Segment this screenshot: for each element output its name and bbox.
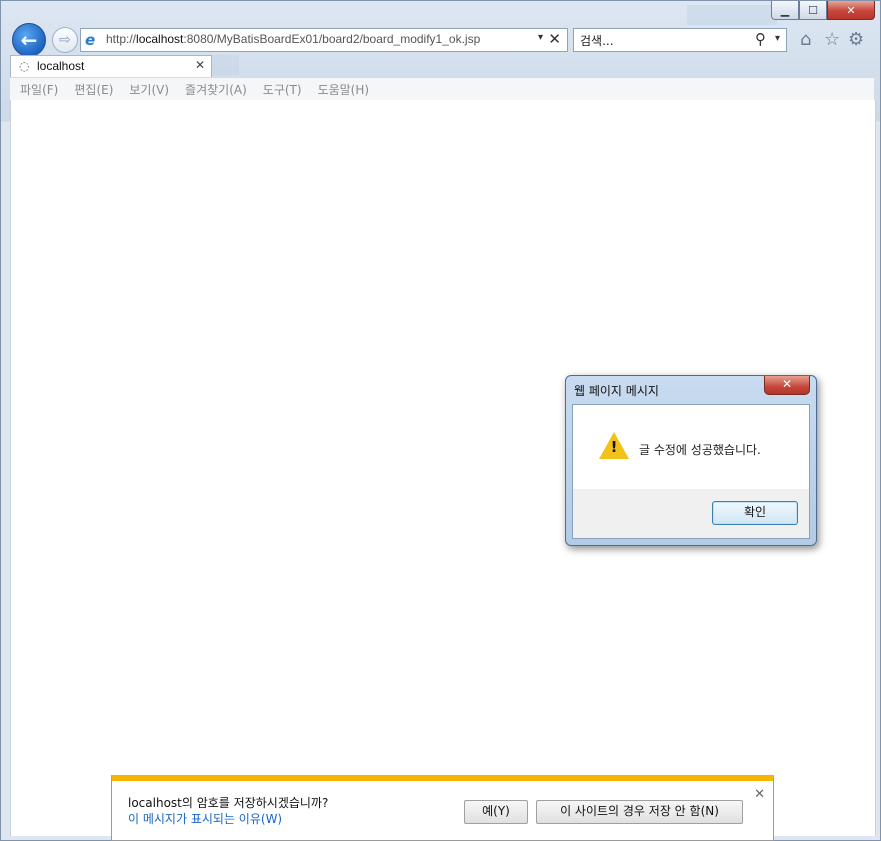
maximize-button[interactable]: ☐ [799,1,827,20]
dialog-title: 웹 페이지 메시지 [574,384,659,398]
back-button[interactable]: ← [12,23,46,57]
save-password-yes-button[interactable]: 예(Y) [464,800,528,824]
ok-button[interactable]: 확인 [712,501,798,525]
menu-edit[interactable]: 편집(E) [74,81,113,98]
menu-help[interactable]: 도움말(H) [318,81,370,98]
minimize-button[interactable]: ▁ [771,1,799,20]
close-window-button[interactable]: ✕ [827,1,875,20]
dialog-close-button[interactable]: ✕ [764,376,810,395]
loading-spinner-icon: ◌ [19,59,30,73]
tab-localhost[interactable]: ◌ localhost ✕ [10,55,212,77]
window-controls: ▁ ☐ ✕ [771,1,875,20]
stop-icon[interactable]: ✕ [548,30,561,48]
forward-button[interactable]: ⇨ [52,27,78,53]
back-arrow-icon: ← [20,28,38,52]
menu-bar: 파일(F) 편집(E) 보기(V) 즐겨찾기(A) 도구(T) 도움말(H) [10,77,874,101]
forward-arrow-icon: ⇨ [59,32,71,48]
address-bar[interactable]: e http://localhost:8080/MyBatisBoardEx01… [80,28,568,52]
browser-window: ▁ ☐ ✕ ← ⇨ e http://localhost:8080/MyBati… [0,0,881,841]
notification-message: localhost의 암호를 저장하시겠습니까? [128,796,329,810]
background-window [687,5,777,25]
search-input[interactable]: 검색... [580,32,614,49]
search-box[interactable]: 검색... ⚲ ▾ [573,28,787,52]
search-dropdown-icon[interactable]: ▾ [775,33,780,44]
tab-close-icon[interactable]: ✕ [195,58,205,72]
notification-close-icon[interactable]: ✕ [754,787,765,802]
save-password-notification: localhost의 암호를 저장하시겠습니까? 이 메시지가 표시되는 이유(… [111,775,774,841]
menu-view[interactable]: 보기(V) [129,81,169,98]
dialog-footer: 확인 [573,489,809,538]
notification-why-link[interactable]: 이 메시지가 표시되는 이유(W) [128,810,282,827]
background-window [211,55,239,75]
favorites-icon[interactable]: ☆ [824,29,840,50]
ie-page-icon: e [85,31,96,49]
search-icon[interactable]: ⚲ [755,30,766,48]
menu-file[interactable]: 파일(F) [20,81,58,98]
tab-label: localhost [37,59,85,73]
address-dropdown-icon[interactable]: ▾ [538,32,543,43]
warning-mark: ! [610,438,618,456]
settings-icon[interactable]: ⚙ [848,29,864,50]
dialog-message: 글 수정에 성공했습니다. [639,443,761,457]
alert-dialog: 웹 페이지 메시지 ✕ ! 글 수정에 성공했습니다. 확인 [565,375,817,546]
menu-favorites[interactable]: 즐겨찾기(A) [185,81,247,98]
home-icon[interactable]: ⌂ [800,29,811,50]
address-url[interactable]: http://localhost:8080/MyBatisBoardEx01/b… [106,32,480,46]
never-save-button[interactable]: 이 사이트의 경우 저장 안 함(N) [536,800,743,824]
dialog-body: ! 글 수정에 성공했습니다. 확인 [572,404,810,539]
menu-tools[interactable]: 도구(T) [263,81,302,98]
